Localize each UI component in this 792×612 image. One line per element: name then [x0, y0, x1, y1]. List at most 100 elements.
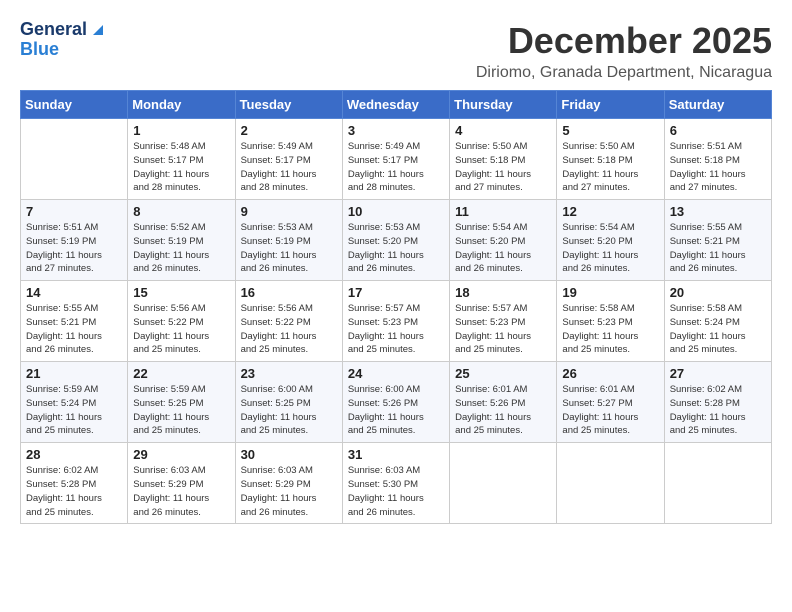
calendar-cell: 10Sunrise: 5:53 AM Sunset: 5:20 PM Dayli… [342, 200, 449, 281]
calendar-cell [557, 443, 664, 524]
day-number: 11 [455, 204, 551, 219]
calendar-cell: 28 Sunrise: 6:02 AM Sunset: 5:28 PM Dayli… [21, 443, 128, 524]
day-number: 18 [455, 285, 551, 300]
calendar-cell: 22Sunrise: 5:59 AM Sunset: 5:25 PM Dayli… [128, 362, 235, 443]
calendar-week-row: 14 Sunrise: 5:55 AM Sunset: 5:21 PM Dayli… [21, 281, 772, 362]
calendar-week-row: 7Sunrise: 5:51 AM Sunset: 5:19 PM Daylig… [21, 200, 772, 281]
day-number: 16 [241, 285, 337, 300]
calendar-cell: 18 Sunrise: 5:57 AM Sunset: 5:23 PM Dayli… [450, 281, 557, 362]
calendar-cell [664, 443, 771, 524]
day-number: 27 [670, 366, 766, 381]
weekday-header-monday: Monday [128, 91, 235, 119]
calendar-cell: 8 Sunrise: 5:52 AM Sunset: 5:19 PM Daylig… [128, 200, 235, 281]
day-number: 26 [562, 366, 658, 381]
calendar-cell: 15Sunrise: 5:56 AM Sunset: 5:22 PM Dayli… [128, 281, 235, 362]
logo-icon [89, 21, 107, 39]
day-number: 12 [562, 204, 658, 219]
day-number: 20 [670, 285, 766, 300]
calendar-cell: 7Sunrise: 5:51 AM Sunset: 5:19 PM Daylig… [21, 200, 128, 281]
calendar-cell: 14 Sunrise: 5:55 AM Sunset: 5:21 PM Dayli… [21, 281, 128, 362]
day-info: Sunrise: 6:03 AM Sunset: 5:30 PM Dayligh… [348, 464, 444, 519]
day-info: Sunrise: 5:55 AM Sunset: 5:21 PM Dayligh… [26, 302, 122, 357]
weekday-header-friday: Friday [557, 91, 664, 119]
calendar-week-row: 21Sunrise: 5:59 AM Sunset: 5:24 PM Dayli… [21, 362, 772, 443]
calendar-cell: 29 Sunrise: 6:03 AM Sunset: 5:29 PM Dayli… [128, 443, 235, 524]
calendar-cell: 20 Sunrise: 5:58 AM Sunset: 5:24 PM Dayli… [664, 281, 771, 362]
day-info: Sunrise: 5:56 AM Sunset: 5:22 PM Dayligh… [133, 302, 229, 357]
calendar-cell: 6 Sunrise: 5:51 AM Sunset: 5:18 PM Daylig… [664, 119, 771, 200]
day-info: Sunrise: 5:57 AM Sunset: 5:23 PM Dayligh… [455, 302, 551, 357]
day-number: 30 [241, 447, 337, 462]
day-number: 25 [455, 366, 551, 381]
day-info: Sunrise: 5:56 AM Sunset: 5:22 PM Dayligh… [241, 302, 337, 357]
weekday-header-sunday: Sunday [21, 91, 128, 119]
day-info: Sunrise: 5:59 AM Sunset: 5:25 PM Dayligh… [133, 383, 229, 438]
day-info: Sunrise: 5:52 AM Sunset: 5:19 PM Dayligh… [133, 221, 229, 276]
day-number: 19 [562, 285, 658, 300]
calendar-week-row: 1 Sunrise: 5:48 AM Sunset: 5:17 PM Daylig… [21, 119, 772, 200]
calendar-cell: 23 Sunrise: 6:00 AM Sunset: 5:25 PM Dayli… [235, 362, 342, 443]
calendar-cell: 11 Sunrise: 5:54 AM Sunset: 5:20 PM Dayli… [450, 200, 557, 281]
day-info: Sunrise: 6:01 AM Sunset: 5:26 PM Dayligh… [455, 383, 551, 438]
day-info: Sunrise: 5:58 AM Sunset: 5:24 PM Dayligh… [670, 302, 766, 357]
day-info: Sunrise: 6:00 AM Sunset: 5:25 PM Dayligh… [241, 383, 337, 438]
day-info: Sunrise: 6:00 AM Sunset: 5:26 PM Dayligh… [348, 383, 444, 438]
day-info: Sunrise: 5:49 AM Sunset: 5:17 PM Dayligh… [241, 140, 337, 195]
calendar-cell: 4 Sunrise: 5:50 AM Sunset: 5:18 PM Daylig… [450, 119, 557, 200]
day-number: 21 [26, 366, 122, 381]
day-number: 14 [26, 285, 122, 300]
day-number: 24 [348, 366, 444, 381]
calendar-cell: 1 Sunrise: 5:48 AM Sunset: 5:17 PM Daylig… [128, 119, 235, 200]
calendar-table: SundayMondayTuesdayWednesdayThursdayFrid… [20, 90, 772, 524]
day-number: 13 [670, 204, 766, 219]
weekday-header-saturday: Saturday [664, 91, 771, 119]
calendar-cell: 19 Sunrise: 5:58 AM Sunset: 5:23 PM Dayli… [557, 281, 664, 362]
day-info: Sunrise: 5:49 AM Sunset: 5:17 PM Dayligh… [348, 140, 444, 195]
day-info: Sunrise: 5:55 AM Sunset: 5:21 PM Dayligh… [670, 221, 766, 276]
day-number: 6 [670, 123, 766, 138]
day-number: 1 [133, 123, 229, 138]
day-number: 8 [133, 204, 229, 219]
day-number: 3 [348, 123, 444, 138]
logo-blue-text: Blue [20, 40, 107, 60]
calendar-cell: 21Sunrise: 5:59 AM Sunset: 5:24 PM Dayli… [21, 362, 128, 443]
calendar-cell: 30 Sunrise: 6:03 AM Sunset: 5:29 PM Dayli… [235, 443, 342, 524]
day-number: 28 [26, 447, 122, 462]
calendar-cell: 16 Sunrise: 5:56 AM Sunset: 5:22 PM Dayli… [235, 281, 342, 362]
day-info: Sunrise: 6:03 AM Sunset: 5:29 PM Dayligh… [241, 464, 337, 519]
day-number: 29 [133, 447, 229, 462]
day-info: Sunrise: 6:02 AM Sunset: 5:28 PM Dayligh… [670, 383, 766, 438]
calendar-cell: 12Sunrise: 5:54 AM Sunset: 5:20 PM Dayli… [557, 200, 664, 281]
calendar-cell: 26 Sunrise: 6:01 AM Sunset: 5:27 PM Dayli… [557, 362, 664, 443]
day-info: Sunrise: 5:48 AM Sunset: 5:17 PM Dayligh… [133, 140, 229, 195]
day-info: Sunrise: 5:54 AM Sunset: 5:20 PM Dayligh… [455, 221, 551, 276]
day-number: 5 [562, 123, 658, 138]
day-info: Sunrise: 5:58 AM Sunset: 5:23 PM Dayligh… [562, 302, 658, 357]
day-info: Sunrise: 5:57 AM Sunset: 5:23 PM Dayligh… [348, 302, 444, 357]
calendar-cell: 27 Sunrise: 6:02 AM Sunset: 5:28 PM Dayli… [664, 362, 771, 443]
day-info: Sunrise: 5:53 AM Sunset: 5:19 PM Dayligh… [241, 221, 337, 276]
calendar-cell: 2Sunrise: 5:49 AM Sunset: 5:17 PM Daylig… [235, 119, 342, 200]
day-number: 9 [241, 204, 337, 219]
calendar-cell: 9 Sunrise: 5:53 AM Sunset: 5:19 PM Daylig… [235, 200, 342, 281]
day-info: Sunrise: 5:50 AM Sunset: 5:18 PM Dayligh… [562, 140, 658, 195]
day-info: Sunrise: 5:51 AM Sunset: 5:18 PM Dayligh… [670, 140, 766, 195]
page-header: General Blue December 2025 Diriomo, Gran… [20, 20, 772, 82]
calendar-cell: 17Sunrise: 5:57 AM Sunset: 5:23 PM Dayli… [342, 281, 449, 362]
day-info: Sunrise: 6:02 AM Sunset: 5:28 PM Dayligh… [26, 464, 122, 519]
logo: General Blue [20, 20, 107, 60]
calendar-cell: 25 Sunrise: 6:01 AM Sunset: 5:26 PM Dayli… [450, 362, 557, 443]
day-info: Sunrise: 6:03 AM Sunset: 5:29 PM Dayligh… [133, 464, 229, 519]
logo-general-text: General [20, 20, 87, 40]
calendar-cell: 5 Sunrise: 5:50 AM Sunset: 5:18 PM Daylig… [557, 119, 664, 200]
day-number: 4 [455, 123, 551, 138]
day-info: Sunrise: 5:51 AM Sunset: 5:19 PM Dayligh… [26, 221, 122, 276]
day-info: Sunrise: 6:01 AM Sunset: 5:27 PM Dayligh… [562, 383, 658, 438]
calendar-cell: 13 Sunrise: 5:55 AM Sunset: 5:21 PM Dayli… [664, 200, 771, 281]
calendar-cell: 31Sunrise: 6:03 AM Sunset: 5:30 PM Dayli… [342, 443, 449, 524]
weekday-header-row: SundayMondayTuesdayWednesdayThursdayFrid… [21, 91, 772, 119]
day-number: 23 [241, 366, 337, 381]
day-info: Sunrise: 5:50 AM Sunset: 5:18 PM Dayligh… [455, 140, 551, 195]
month-title: December 2025 [476, 20, 772, 62]
calendar-cell [21, 119, 128, 200]
